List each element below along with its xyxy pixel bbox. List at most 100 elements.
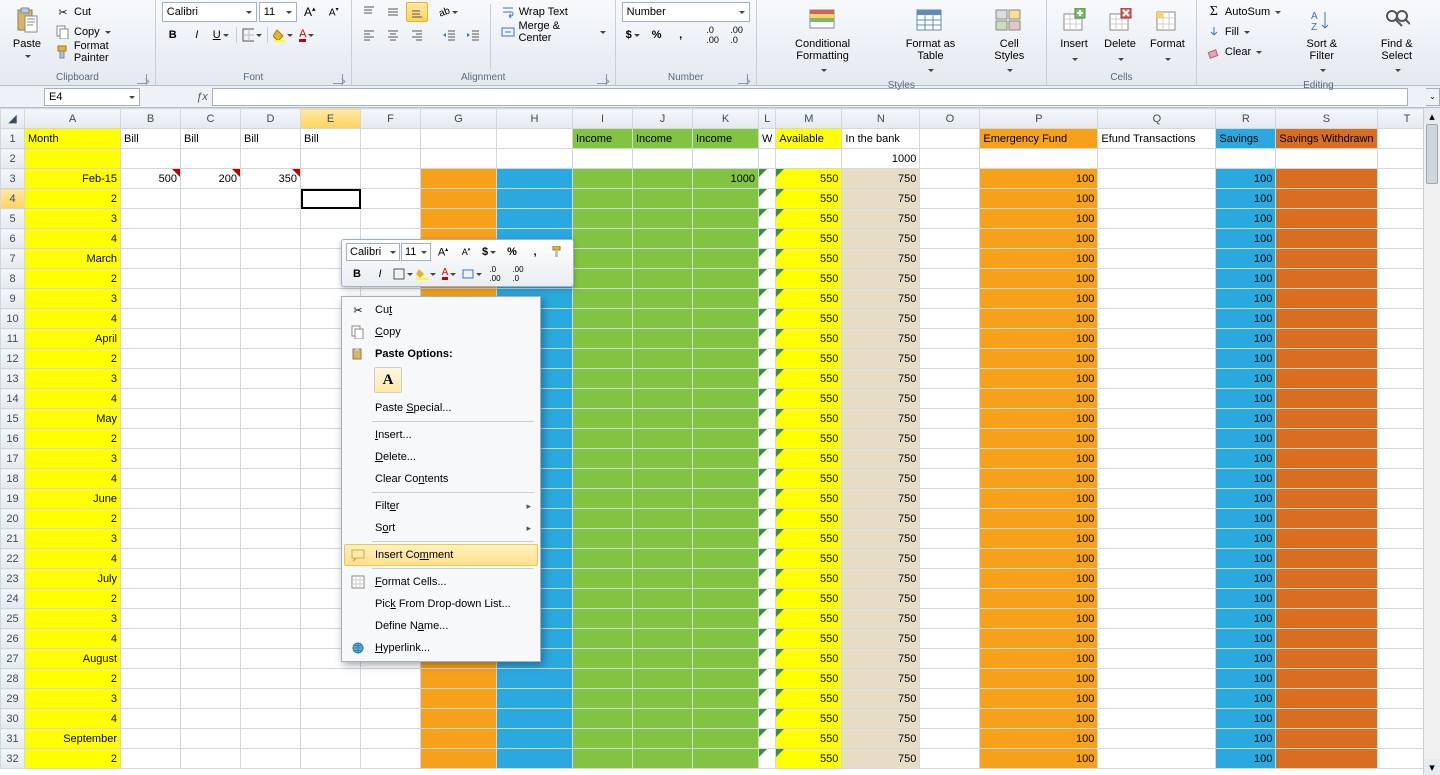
ctx-paste-special[interactable]: Paste Special...	[344, 397, 538, 419]
cell-D24[interactable]	[241, 589, 301, 609]
cell-S9[interactable]	[1276, 289, 1377, 309]
cell-G1[interactable]	[421, 129, 497, 149]
cell-J6[interactable]	[633, 229, 693, 249]
cell-A15[interactable]: May	[25, 409, 121, 429]
cell-I17[interactable]	[573, 449, 633, 469]
cell-J22[interactable]	[633, 549, 693, 569]
cell-O22[interactable]	[920, 549, 980, 569]
cell-P13[interactable]: 100	[980, 369, 1098, 389]
cell-G4[interactable]	[421, 189, 497, 209]
cell-A5[interactable]: 3	[25, 209, 121, 229]
cell-K19[interactable]	[693, 489, 759, 509]
row-header-29[interactable]: 29	[1, 689, 25, 709]
cell-M9[interactable]: 550	[776, 289, 842, 309]
cell-P22[interactable]: 100	[980, 549, 1098, 569]
cell-M10[interactable]: 550	[776, 309, 842, 329]
cell-P30[interactable]: 100	[980, 709, 1098, 729]
cell-B12[interactable]	[121, 349, 181, 369]
cell-H29[interactable]	[497, 689, 573, 709]
row-header-9[interactable]: 9	[1, 289, 25, 309]
conditional-formatting-button[interactable]: Conditional Formatting	[763, 2, 883, 79]
cell-J2[interactable]	[633, 149, 693, 169]
cell-L9[interactable]	[759, 289, 776, 309]
cell-O5[interactable]	[920, 209, 980, 229]
cell-O1[interactable]	[920, 129, 980, 149]
cell-F32[interactable]	[361, 749, 421, 769]
cell-P24[interactable]: 100	[980, 589, 1098, 609]
cell-D26[interactable]	[241, 629, 301, 649]
cell-R30[interactable]: 100	[1216, 709, 1276, 729]
cell-M18[interactable]: 550	[776, 469, 842, 489]
cell-P31[interactable]: 100	[980, 729, 1098, 749]
cell-R8[interactable]: 100	[1216, 269, 1276, 289]
cell-I1[interactable]: Income	[573, 129, 633, 149]
cell-J29[interactable]	[633, 689, 693, 709]
col-header-P[interactable]: P	[980, 109, 1098, 129]
cell-C30[interactable]	[181, 709, 241, 729]
ctx-format-cells[interactable]: Format Cells...	[344, 571, 538, 593]
row-header-12[interactable]: 12	[1, 349, 25, 369]
cell-C8[interactable]	[181, 269, 241, 289]
cell-C9[interactable]	[181, 289, 241, 309]
cell-M29[interactable]: 550	[776, 689, 842, 709]
cell-C27[interactable]	[181, 649, 241, 669]
ctx-filter[interactable]: Filter	[344, 495, 538, 517]
cell-L26[interactable]	[759, 629, 776, 649]
cell-D6[interactable]	[241, 229, 301, 249]
cell-N22[interactable]: 750	[842, 549, 920, 569]
cell-M7[interactable]: 550	[776, 249, 842, 269]
cell-I5[interactable]	[573, 209, 633, 229]
cell-S18[interactable]	[1276, 469, 1377, 489]
cell-L13[interactable]	[759, 369, 776, 389]
cell-S25[interactable]	[1276, 609, 1377, 629]
cell-S10[interactable]	[1276, 309, 1377, 329]
underline-button[interactable]: U	[210, 25, 232, 45]
cell-F3[interactable]	[361, 169, 421, 189]
row-header-20[interactable]: 20	[1, 509, 25, 529]
cell-J11[interactable]	[633, 329, 693, 349]
cell-R29[interactable]: 100	[1216, 689, 1276, 709]
scroll-down[interactable]: ▾	[1424, 759, 1440, 775]
ctx-copy[interactable]: Copy	[344, 321, 538, 343]
cell-N8[interactable]: 750	[842, 269, 920, 289]
cell-K1[interactable]: Income	[693, 129, 759, 149]
cell-P26[interactable]: 100	[980, 629, 1098, 649]
cell-R12[interactable]: 100	[1216, 349, 1276, 369]
cell-R21[interactable]: 100	[1216, 529, 1276, 549]
cell-I18[interactable]	[573, 469, 633, 489]
cell-D2[interactable]	[241, 149, 301, 169]
cell-J13[interactable]	[633, 369, 693, 389]
cut-button[interactable]: ✂Cut	[52, 2, 149, 22]
cell-Q23[interactable]	[1098, 569, 1216, 589]
cell-I13[interactable]	[573, 369, 633, 389]
cell-C15[interactable]	[181, 409, 241, 429]
cell-N11[interactable]: 750	[842, 329, 920, 349]
cell-C5[interactable]	[181, 209, 241, 229]
cell-I15[interactable]	[573, 409, 633, 429]
cell-S21[interactable]	[1276, 529, 1377, 549]
cell-O25[interactable]	[920, 609, 980, 629]
mini-inc-decimal[interactable]: .0.00	[484, 264, 506, 284]
cell-P18[interactable]: 100	[980, 469, 1098, 489]
cell-I20[interactable]	[573, 509, 633, 529]
cell-I26[interactable]	[573, 629, 633, 649]
cell-O10[interactable]	[920, 309, 980, 329]
cell-S13[interactable]	[1276, 369, 1377, 389]
col-header-B[interactable]: B	[121, 109, 181, 129]
cell-D31[interactable]	[241, 729, 301, 749]
cell-J28[interactable]	[633, 669, 693, 689]
cell-L31[interactable]	[759, 729, 776, 749]
cell-L2[interactable]	[759, 149, 776, 169]
cell-E4[interactable]	[301, 189, 361, 209]
name-box[interactable]: E4	[44, 88, 140, 106]
row-header-18[interactable]: 18	[1, 469, 25, 489]
cell-I9[interactable]	[573, 289, 633, 309]
cell-L8[interactable]	[759, 269, 776, 289]
cell-D25[interactable]	[241, 609, 301, 629]
cell-L30[interactable]	[759, 709, 776, 729]
cell-J14[interactable]	[633, 389, 693, 409]
mini-shrink-font[interactable]: A▾	[455, 242, 477, 262]
row-header-28[interactable]: 28	[1, 669, 25, 689]
cell-L6[interactable]	[759, 229, 776, 249]
col-header-M[interactable]: M	[776, 109, 842, 129]
